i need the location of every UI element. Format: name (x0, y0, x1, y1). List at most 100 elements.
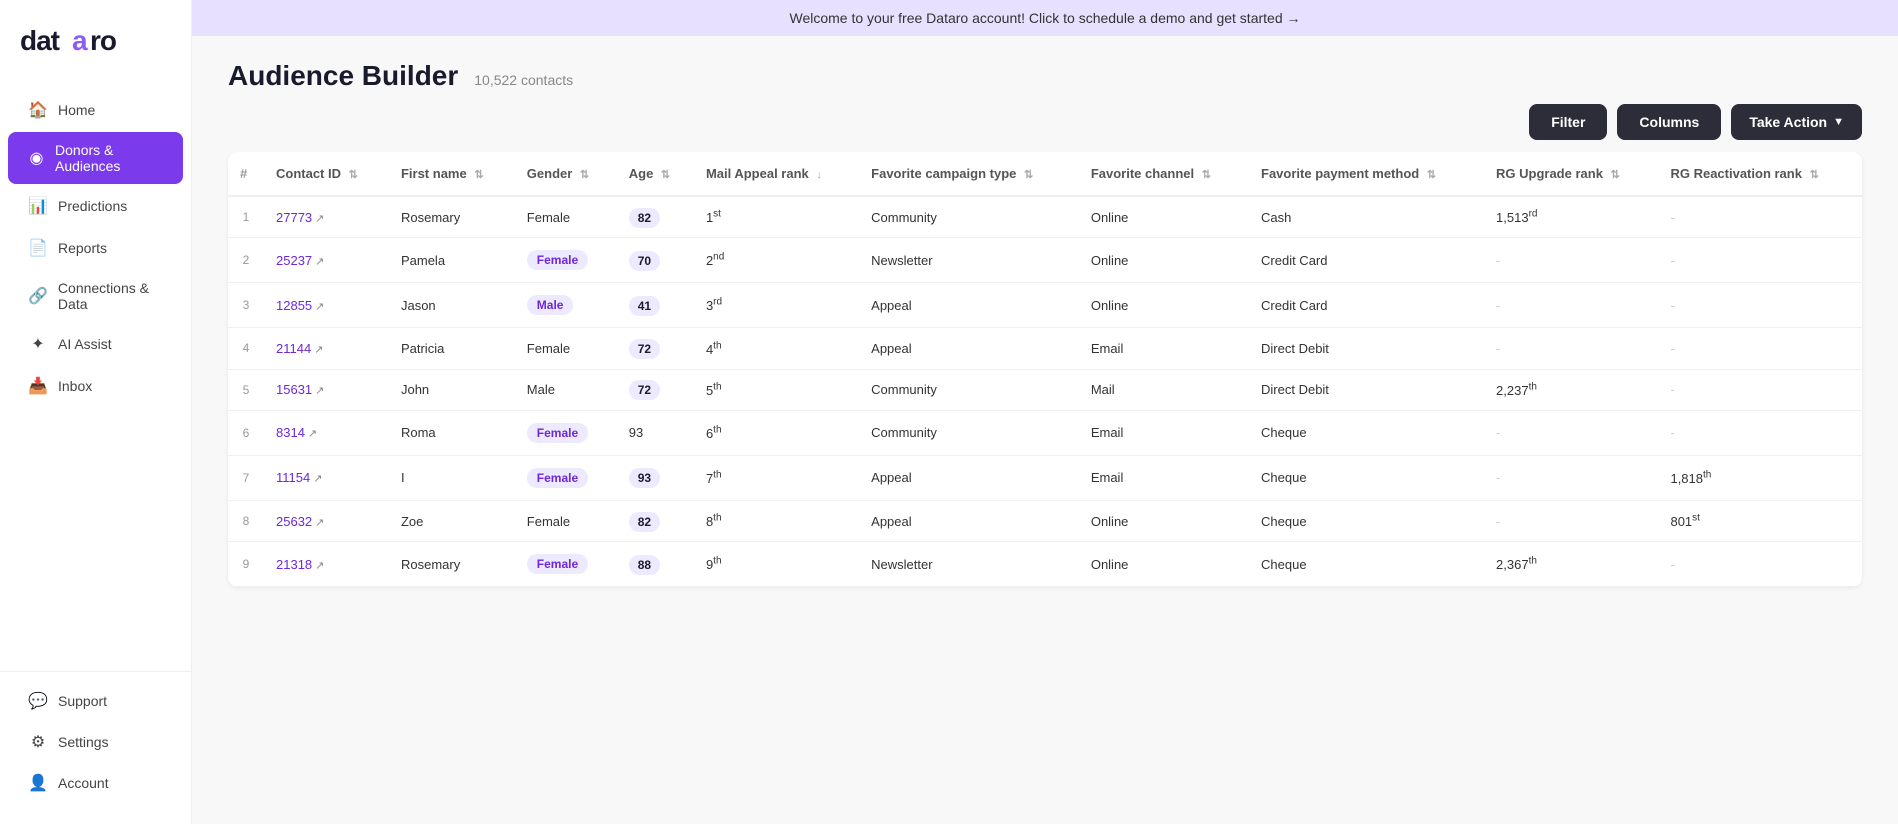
cell-num: 4 (228, 328, 264, 369)
cell-age: 41 (617, 283, 694, 328)
cell-gender: Female (515, 455, 617, 500)
sidebar-item-label: Reports (58, 240, 107, 256)
cell-contact-id: 21144↗ (264, 328, 389, 369)
take-action-button[interactable]: Take Action ▼ (1731, 104, 1862, 140)
sidebar-item-donors-audiences[interactable]: ◉ Donors & Audiences (8, 132, 183, 184)
cell-fav-channel: Email (1079, 328, 1249, 369)
table-row: 421144↗PatriciaFemale724thAppealEmailDir… (228, 328, 1862, 369)
cell-fav-channel: Online (1079, 542, 1249, 587)
contact-link[interactable]: 8314 (276, 425, 305, 440)
sidebar-item-account[interactable]: 👤 Account (8, 763, 183, 803)
cell-fav-payment: Direct Debit (1249, 328, 1484, 369)
columns-button[interactable]: Columns (1617, 104, 1721, 140)
col-first-name[interactable]: First name ⇅ (389, 152, 515, 196)
col-fav-payment[interactable]: Favorite payment method ⇅ (1249, 152, 1484, 196)
cell-fav-payment: Direct Debit (1249, 369, 1484, 410)
col-rg-reactivation[interactable]: RG Reactivation rank ⇅ (1658, 152, 1862, 196)
reports-icon: 📄 (28, 238, 48, 258)
contact-link[interactable]: 12855 (276, 298, 312, 313)
sidebar: dat a ro 🏠 Home ◉ Donors & Audiences 📊 P… (0, 0, 192, 824)
col-fav-campaign[interactable]: Favorite campaign type ⇅ (859, 152, 1079, 196)
cell-contact-id: 15631↗ (264, 369, 389, 410)
cell-gender: Female (515, 328, 617, 369)
col-gender[interactable]: Gender ⇅ (515, 152, 617, 196)
cell-first-name: Rosemary (389, 542, 515, 587)
cell-fav-campaign: Appeal (859, 283, 1079, 328)
sidebar-item-label: AI Assist (58, 336, 112, 352)
cell-fav-campaign: Community (859, 196, 1079, 238)
cell-num: 6 (228, 410, 264, 455)
contact-link[interactable]: 15631 (276, 382, 312, 397)
col-contact-id[interactable]: Contact ID ⇅ (264, 152, 389, 196)
cell-fav-campaign: Newsletter (859, 542, 1079, 587)
contact-link[interactable]: 21318 (276, 557, 312, 572)
cell-first-name: Zoe (389, 500, 515, 541)
cell-first-name: Jason (389, 283, 515, 328)
cell-num: 2 (228, 238, 264, 283)
cell-contact-id: 25632↗ (264, 500, 389, 541)
cell-rg-reactivation: - (1658, 369, 1862, 410)
cell-fav-payment: Cheque (1249, 455, 1484, 500)
cell-rg-upgrade: - (1484, 455, 1658, 500)
table-row: 825632↗ZoeFemale828thAppealOnlineCheque-… (228, 500, 1862, 541)
col-age[interactable]: Age ⇅ (617, 152, 694, 196)
audience-table: # Contact ID ⇅ First name ⇅ Gender ⇅ Age… (228, 152, 1862, 587)
sidebar-item-support[interactable]: 💬 Support (8, 681, 183, 721)
sidebar-item-label: Donors & Audiences (55, 142, 163, 174)
table-row: 68314↗RomaFemale936thCommunityEmailChequ… (228, 410, 1862, 455)
sidebar-item-inbox[interactable]: 📥 Inbox (8, 366, 183, 406)
sidebar-item-home[interactable]: 🏠 Home (8, 90, 183, 130)
col-rg-upgrade[interactable]: RG Upgrade rank ⇅ (1484, 152, 1658, 196)
cell-first-name: Pamela (389, 238, 515, 283)
sidebar-item-ai-assist[interactable]: ✦ AI Assist (8, 324, 183, 364)
cell-fav-channel: Email (1079, 410, 1249, 455)
inbox-icon: 📥 (28, 376, 48, 396)
contact-link[interactable]: 25632 (276, 514, 312, 529)
ai-assist-icon: ✦ (28, 334, 48, 354)
external-link-icon: ↗ (315, 301, 324, 313)
contact-link[interactable]: 25237 (276, 253, 312, 268)
sidebar-item-connections-data[interactable]: 🔗 Connections & Data (8, 270, 183, 322)
cell-rg-reactivation: - (1658, 238, 1862, 283)
cell-age: 93 (617, 410, 694, 455)
cell-age: 70 (617, 238, 694, 283)
svg-text:a: a (72, 25, 88, 56)
page-header: Audience Builder 10,522 contacts (192, 36, 1898, 104)
cell-num: 3 (228, 283, 264, 328)
promo-banner[interactable]: Welcome to your free Dataro account! Cli… (192, 0, 1898, 36)
sidebar-item-reports[interactable]: 📄 Reports (8, 228, 183, 268)
cell-age: 72 (617, 328, 694, 369)
action-bar: Filter Columns Take Action ▼ (192, 104, 1898, 152)
cell-fav-channel: Email (1079, 455, 1249, 500)
dataro-logo: dat a ro (20, 20, 150, 58)
home-icon: 🏠 (28, 100, 48, 120)
page-title: Audience Builder (228, 60, 458, 92)
cell-fav-payment: Cheque (1249, 500, 1484, 541)
sidebar-item-label: Settings (58, 734, 109, 750)
table-row: 127773↗RosemaryFemale821stCommunityOnlin… (228, 196, 1862, 238)
contact-link[interactable]: 21144 (276, 341, 311, 356)
cell-mail-rank: 2nd (694, 238, 859, 283)
contact-link[interactable]: 27773 (276, 210, 312, 225)
external-link-icon: ↗ (314, 344, 323, 356)
table-row: 711154↗IFemale937thAppealEmailCheque-1,8… (228, 455, 1862, 500)
contact-link[interactable]: 11154 (276, 470, 310, 485)
cell-age: 82 (617, 196, 694, 238)
cell-first-name: I (389, 455, 515, 500)
filter-button[interactable]: Filter (1529, 104, 1607, 140)
cell-fav-campaign: Community (859, 410, 1079, 455)
cell-rg-reactivation: - (1658, 328, 1862, 369)
table-header: # Contact ID ⇅ First name ⇅ Gender ⇅ Age… (228, 152, 1862, 196)
sidebar-item-settings[interactable]: ⚙ Settings (8, 722, 183, 762)
cell-contact-id: 25237↗ (264, 238, 389, 283)
cell-mail-rank: 9th (694, 542, 859, 587)
sidebar-item-predictions[interactable]: 📊 Predictions (8, 186, 183, 226)
cell-gender: Female (515, 542, 617, 587)
col-mail-appeal-rank[interactable]: Mail Appeal rank ↓ (694, 152, 859, 196)
cell-fav-campaign: Community (859, 369, 1079, 410)
external-link-icon: ↗ (315, 560, 324, 572)
cell-num: 5 (228, 369, 264, 410)
sidebar-item-label: Connections & Data (58, 280, 163, 312)
col-fav-channel[interactable]: Favorite channel ⇅ (1079, 152, 1249, 196)
cell-mail-rank: 4th (694, 328, 859, 369)
